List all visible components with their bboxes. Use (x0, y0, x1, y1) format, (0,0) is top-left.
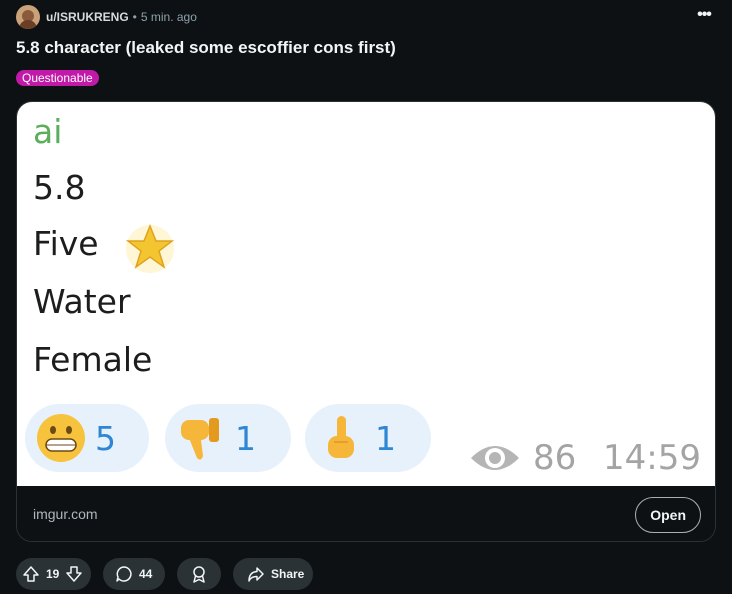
reaction-count: 1 (235, 418, 256, 458)
preview-image[interactable]: ai 5.8 Five Water Female 5 1 1 86 14:59 (17, 102, 715, 486)
glowing-star-icon (125, 223, 175, 273)
separator-dot: • (132, 10, 137, 24)
image-text-line: Water (33, 282, 131, 321)
image-text-line: Female (33, 340, 153, 379)
post-actions: 19 44 Share (16, 558, 325, 590)
middle-finger-icon (328, 416, 354, 458)
comment-icon (116, 566, 132, 582)
downvote-icon[interactable] (65, 565, 83, 583)
share-button[interactable]: Share (233, 558, 313, 590)
more-options-icon[interactable]: ••• (692, 5, 716, 29)
upvote-icon[interactable] (22, 565, 40, 583)
reaction-grinning: 5 (25, 404, 149, 472)
share-icon (248, 567, 264, 582)
image-text-ai: ai (33, 112, 63, 151)
view-count: 86 (533, 438, 577, 478)
link-domain[interactable]: imgur.com (33, 506, 98, 522)
eye-icon (471, 446, 519, 470)
image-text-line: 5.8 (33, 168, 86, 207)
open-link-button[interactable]: Open (635, 497, 701, 533)
reaction-count: 5 (95, 418, 116, 458)
user-avatar[interactable] (16, 5, 40, 29)
reaction-hand: 1 (305, 404, 431, 472)
reaction-thumbs-down: 1 (165, 404, 291, 472)
image-text-line: Five (33, 224, 99, 263)
grinning-face-icon (37, 414, 85, 462)
comments-button[interactable]: 44 (103, 558, 165, 590)
link-preview-card[interactable]: ai 5.8 Five Water Female 5 1 1 86 14:59 … (16, 101, 716, 542)
comment-count: 44 (139, 567, 153, 581)
award-button[interactable] (177, 558, 221, 590)
author-link[interactable]: u/ISRUKRENG (46, 10, 129, 24)
post-timestamp: 5 min. ago (140, 10, 197, 24)
thumbs-down-icon (181, 418, 219, 460)
vote-score: 19 (46, 567, 60, 581)
link-footer: imgur.com Open (17, 486, 715, 541)
reaction-count: 1 (375, 418, 396, 458)
post-header: u/ISRUKRENG • 5 min. ago ••• (16, 5, 716, 29)
post-title[interactable]: 5.8 character (leaked some escoffier con… (16, 38, 396, 58)
share-label: Share (271, 567, 305, 581)
vote-control: 19 (16, 558, 91, 590)
post-flair[interactable]: Questionable (16, 70, 99, 86)
award-icon (193, 566, 205, 583)
message-time: 14:59 (603, 438, 701, 478)
